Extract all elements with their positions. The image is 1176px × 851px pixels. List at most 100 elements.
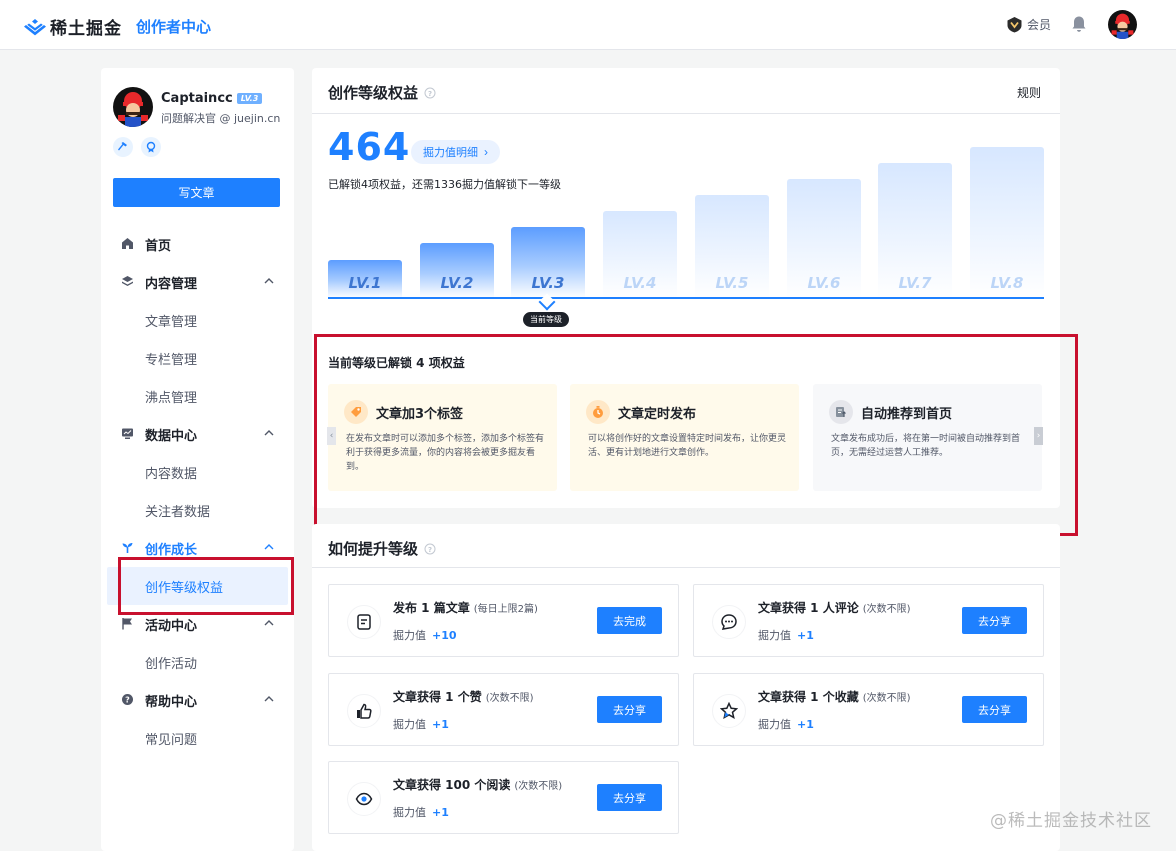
task-note: (次数不限) — [862, 693, 911, 704]
level-bar-label: LV.6 — [807, 274, 841, 292]
growth-card-title: 如何提升等级 ? — [328, 538, 436, 559]
creator-center-link[interactable]: 创作者中心 — [136, 16, 211, 37]
points-label: 掘力值 — [393, 718, 426, 731]
task-get-reads: 文章获得 100 个阅读 (次数不限) 掘力值 +1 去分享 — [328, 761, 679, 834]
sidebar-item-creator-activity[interactable]: 创作活动 — [101, 643, 294, 681]
notification-button[interactable] — [1071, 15, 1087, 37]
task-action-button[interactable]: 去完成 — [597, 607, 662, 634]
sidebar-item-faq[interactable]: 常见问题 — [101, 719, 294, 757]
chevron-up-icon[interactable] — [264, 278, 274, 284]
sidebar-item-content-management[interactable]: 内容管理 — [101, 263, 294, 301]
vip-label: 会员 — [1027, 18, 1052, 32]
level-bar-1: LV.1 — [328, 260, 402, 298]
task-action-button[interactable]: 去分享 — [962, 607, 1027, 634]
task-title: 文章获得 1 人评论 — [758, 601, 859, 615]
sidebar-item-data-center[interactable]: 数据中心 — [101, 415, 294, 453]
write-article-button[interactable]: 写文章 — [113, 178, 280, 207]
sidebar-item-home[interactable]: 首页 — [101, 225, 294, 263]
header-avatar[interactable] — [1108, 10, 1137, 39]
thumbs-up-icon — [347, 694, 381, 728]
sidebar-item-follower-data[interactable]: 关注者数据 — [101, 491, 294, 529]
points-value: +10 — [432, 629, 457, 642]
level-bar-label: LV.7 — [898, 274, 932, 292]
growth-title: 如何提升等级 — [328, 540, 419, 558]
sidebar-item-article-management[interactable]: 文章管理 — [101, 301, 294, 339]
task-action-button[interactable]: 去分享 — [962, 696, 1027, 723]
medal-badge-icon[interactable] — [141, 137, 161, 157]
task-get-favorite: 文章获得 1 个收藏 (次数不限) 掘力值 +1 去分享 — [693, 673, 1044, 746]
score-detail-button[interactable]: 掘力值明细 › — [411, 140, 500, 164]
help-circle-icon[interactable]: ? — [424, 543, 436, 555]
sidebar-item-label: 沸点管理 — [145, 390, 198, 406]
task-note: (次数不限) — [514, 781, 563, 792]
comment-icon — [712, 605, 746, 639]
chevron-up-icon[interactable] — [264, 696, 274, 702]
task-title: 文章获得 1 个赞 — [393, 690, 482, 704]
sidebar-item-label: 内容数据 — [145, 466, 198, 482]
star-icon — [712, 694, 746, 728]
chevron-up-icon[interactable] — [264, 620, 274, 626]
sidebar-item-label: 常见问题 — [145, 732, 198, 748]
task-title-row: 发布 1 篇文章 (每日上限2篇) — [393, 599, 538, 616]
task-points-row: 掘力值 +1 — [758, 627, 814, 643]
mario-avatar-icon — [113, 87, 153, 127]
unlock-description: 已解锁4项权益，还需1336掘力值解锁下一等级 — [328, 178, 561, 191]
task-note: (次数不限) — [485, 693, 534, 704]
level-bar-7: LV.7 — [878, 163, 952, 298]
help-circle-icon[interactable]: ? — [424, 87, 436, 99]
task-points-row: 掘力值 +1 — [393, 804, 449, 820]
user-name[interactable]: Captaincc — [161, 91, 233, 106]
user-name-row: Captaincc LV.3 — [161, 91, 280, 106]
chart-monitor-icon — [122, 428, 133, 439]
chevron-up-icon[interactable] — [264, 430, 274, 436]
sidebar: Captaincc LV.3 问题解决官 @ juejin.cn 写文章 首页 … — [101, 68, 294, 851]
sidebar-item-column-management[interactable]: 专栏管理 — [101, 339, 294, 377]
vip-link[interactable]: 会员 — [1006, 16, 1051, 33]
task-action-button[interactable]: 去分享 — [597, 784, 662, 811]
level-bar-label: LV.3 — [531, 274, 565, 292]
task-title: 发布 1 篇文章 — [393, 601, 470, 615]
task-title-row: 文章获得 100 个阅读 (次数不限) — [393, 776, 562, 793]
rules-link[interactable]: 规则 — [1017, 84, 1041, 101]
svg-text:?: ? — [428, 546, 432, 554]
task-note: (每日上限2篇) — [473, 604, 538, 615]
level-bar-6: LV.6 — [787, 179, 861, 298]
highlight-box-rights — [314, 334, 1078, 536]
home-icon — [122, 238, 133, 249]
sidebar-item-pin-management[interactable]: 沸点管理 — [101, 377, 294, 415]
sidebar-nav: 首页 内容管理 文章管理 专栏管理 沸点管理 数据中心 内容数据 关注者数据 创… — [101, 225, 294, 757]
hammer-badge-icon[interactable] — [113, 137, 133, 157]
task-title-row: 文章获得 1 个赞 (次数不限) — [393, 688, 534, 705]
task-get-comment: 文章获得 1 人评论 (次数不限) 掘力值 +1 去分享 — [693, 584, 1044, 657]
user-info: Captaincc LV.3 问题解决官 @ juejin.cn — [161, 87, 280, 127]
user-avatar[interactable] — [113, 87, 153, 127]
sidebar-item-label: 创作活动 — [145, 656, 198, 672]
sidebar-item-label: 内容管理 — [145, 276, 198, 292]
chevron-up-icon[interactable] — [264, 544, 274, 550]
vip-icon — [1007, 17, 1022, 33]
level-bar-label: LV.1 — [348, 274, 382, 292]
level-bar-2: LV.2 — [420, 243, 494, 298]
user-title: 问题解决官 @ juejin.cn — [161, 112, 281, 125]
level-up-card: 如何提升等级 ? 发布 1 篇文章 (每日上限2篇) 掘力值 +10 去完成 文章获… — [312, 524, 1060, 851]
level-bar-label: LV.5 — [715, 274, 749, 292]
sidebar-item-label: 活动中心 — [145, 618, 198, 634]
level-bar-label: LV.4 — [623, 274, 657, 292]
top-navbar: 稀土掘金 创作者中心 会员 — [0, 0, 1176, 50]
level-card-title: 创作等级权益 ? — [328, 82, 436, 103]
points-label: 掘力值 — [758, 718, 791, 731]
sidebar-item-help-center[interactable]: ? 帮助中心 — [101, 681, 294, 719]
layers-icon — [122, 276, 133, 286]
logo[interactable]: 稀土掘金 创作者中心 — [24, 14, 211, 39]
task-title-row: 文章获得 1 个收藏 (次数不限) — [758, 688, 911, 705]
task-points-row: 掘力值 +1 — [758, 716, 814, 732]
points-value: +1 — [432, 806, 449, 819]
sidebar-item-label: 文章管理 — [145, 314, 198, 330]
user-profile[interactable]: Captaincc LV.3 问题解决官 @ juejin.cn — [113, 87, 280, 127]
watermark: @稀土掘金技术社区 — [990, 811, 1152, 831]
sidebar-item-content-data[interactable]: 内容数据 — [101, 453, 294, 491]
level-card-header: 创作等级权益 ? 规则 — [312, 68, 1060, 114]
question-circle-icon: ? — [122, 694, 133, 705]
score-value: 464 — [328, 125, 411, 169]
task-action-button[interactable]: 去分享 — [597, 696, 662, 723]
